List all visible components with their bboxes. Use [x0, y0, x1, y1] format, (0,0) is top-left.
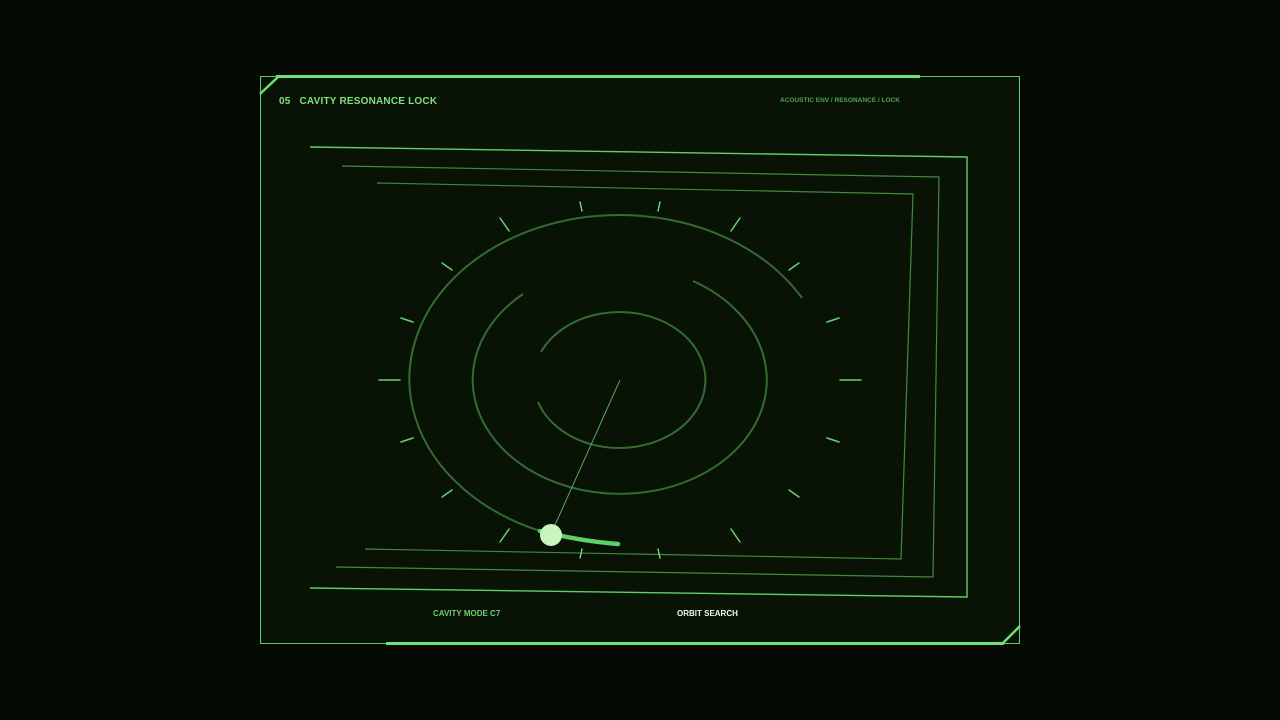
tick-north-left: [579, 201, 583, 212]
panel-title: 05 CAVITY RESONANCE LOCK: [279, 96, 437, 107]
stage: 05 CAVITY RESONANCE LOCK ACOUSTIC ENV / …: [0, 0, 1280, 720]
panel-number: 05: [279, 96, 291, 107]
orbit-ring-outer: [408, 214, 803, 532]
tick-south-left: [579, 548, 583, 559]
orbit-search-button[interactable]: ORBIT SEARCH: [677, 609, 738, 618]
cavity-frame-inner: [364, 182, 914, 560]
tick-south-right: [657, 548, 661, 559]
orbit-probe-handle[interactable]: [540, 524, 562, 546]
tick-wnw: [400, 317, 414, 323]
panel-title-text: CAVITY RESONANCE LOCK: [299, 96, 438, 107]
tick-ssw: [499, 528, 510, 543]
cavity-mode-label: CAVITY MODE C7: [433, 609, 501, 618]
tick-se: [788, 489, 800, 498]
tick-north-right: [657, 201, 661, 212]
tick-sse: [730, 528, 741, 543]
tick-ne: [788, 262, 800, 271]
tick-nw: [441, 262, 453, 271]
corner-notch-bottom-right: [1002, 625, 1021, 644]
cavity-frame-middle: [335, 165, 940, 578]
tick-sw: [441, 489, 453, 498]
corner-notch-top-left: [259, 76, 279, 95]
cavity-display: [259, 75, 1021, 645]
tick-ese: [826, 437, 840, 443]
tick-wsw: [400, 437, 414, 443]
tick-ene: [826, 317, 840, 323]
breadcrumb: ACOUSTIC ENV / RESONANCE / LOCK: [780, 97, 900, 104]
tick-nne: [730, 217, 741, 232]
orbit-ring-inner: [537, 311, 707, 449]
tick-nnw: [499, 217, 510, 232]
orbit-needle: [550, 379, 621, 535]
